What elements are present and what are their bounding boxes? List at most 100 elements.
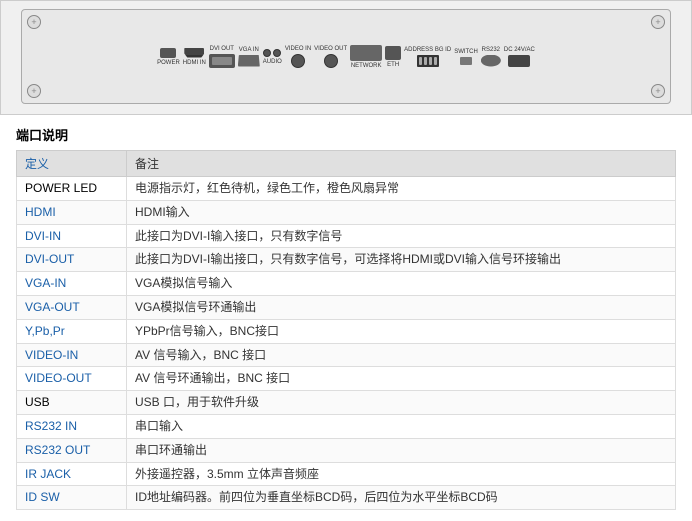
- hdmi-port: [184, 48, 204, 58]
- dvi-out-top-label: DVI OUT: [210, 46, 234, 52]
- table-cell-note: 此接口为DVI-I输入接口，只有数字信号: [127, 224, 676, 248]
- table-cell-note: VGA模拟信号环通输出: [127, 295, 676, 319]
- video-in-top-label: VIDEO IN: [285, 46, 311, 52]
- device-diagram: POWER HDMI IN DVI OUT VGA IN: [0, 0, 692, 115]
- section-title: 端口说明: [0, 115, 692, 150]
- table-cell-def: ID SW: [17, 486, 127, 510]
- dc-top-label: DC 24V/AC: [504, 47, 535, 53]
- table-cell-def: DVI-IN: [17, 224, 127, 248]
- table-row: VIDEO-INAV 信号输入，BNC 接口: [17, 343, 676, 367]
- dip-2: [424, 57, 427, 65]
- audio-label: AUDIO: [263, 59, 282, 65]
- rj45-label: ETH: [387, 62, 399, 68]
- table-cell-def: RS232 OUT: [17, 438, 127, 462]
- dip-port-group: ADDRESS BG ID: [404, 47, 451, 67]
- table-cell-def: POWER LED: [17, 177, 127, 201]
- table-cell-note: 电源指示灯，红色待机，绿色工作，橙色风扇异常: [127, 177, 676, 201]
- switch-port-group: SWITCH: [454, 49, 478, 65]
- table-cell-def: RS232 IN: [17, 414, 127, 438]
- audio-port-2: [273, 49, 281, 57]
- rs232-port-group: RS232: [481, 47, 501, 67]
- audio-port-group: AUDIO: [263, 49, 282, 65]
- ports-table: 定义 备注 POWER LED电源指示灯，红色待机，绿色工作，橙色风扇异常HDM…: [16, 150, 676, 510]
- network-port: [350, 45, 382, 61]
- dip-4: [434, 57, 437, 65]
- table-cell-note: AV 信号输入，BNC 接口: [127, 343, 676, 367]
- ypbpr-port-group: NETWORK: [350, 45, 382, 69]
- table-cell-def: VIDEO-OUT: [17, 367, 127, 391]
- dip-top-label: ADDRESS BG ID: [404, 47, 451, 53]
- video-in-port: [291, 54, 305, 68]
- table-cell-def: IR JACK: [17, 462, 127, 486]
- dc-port: [508, 55, 530, 67]
- video-out-top-label: VIDEO OUT: [314, 46, 347, 52]
- table-row: VGA-OUTVGA模拟信号环通输出: [17, 295, 676, 319]
- table-header-row: 定义 备注: [17, 151, 676, 177]
- power-port: [160, 48, 176, 58]
- table-cell-note: HDMI输入: [127, 200, 676, 224]
- screw-tl: [27, 15, 41, 29]
- header-note: 备注: [127, 151, 676, 177]
- switch-top-label: SWITCH: [454, 49, 478, 55]
- screw-bl: [27, 84, 41, 98]
- table-cell-note: VGA模拟信号输入: [127, 272, 676, 296]
- table-row: VIDEO-OUTAV 信号环通输出，BNC 接口: [17, 367, 676, 391]
- power-label: POWER: [157, 60, 180, 66]
- vga-port: [238, 55, 260, 67]
- table-cell-note: YPbPr信号输入，BNC接口: [127, 319, 676, 343]
- audio-ports: [263, 49, 281, 57]
- rear-panel: POWER HDMI IN DVI OUT VGA IN: [21, 9, 671, 104]
- video-in-port-group: VIDEO IN: [285, 46, 311, 68]
- table-cell-note: USB 口，用于软件升级: [127, 391, 676, 415]
- table-row: ID SWID地址编码器。前四位为垂直坐标BCD码，后四位为水平坐标BCD码: [17, 486, 676, 510]
- table-body: POWER LED电源指示灯，红色待机，绿色工作，橙色风扇异常HDMIHDMI输…: [17, 177, 676, 510]
- rj45-port-group: ETH: [385, 46, 401, 68]
- table-cell-def: DVI-OUT: [17, 248, 127, 272]
- table-cell-def: VGA-OUT: [17, 295, 127, 319]
- table-row: RS232 OUT串口环通输出: [17, 438, 676, 462]
- dvi-out-port-group: DVI OUT: [209, 46, 235, 68]
- dip-1: [419, 57, 422, 65]
- table-row: VGA-INVGA模拟信号输入: [17, 272, 676, 296]
- table-row: USBUSB 口，用于软件升级: [17, 391, 676, 415]
- ports-row: POWER HDMI IN DVI OUT VGA IN: [30, 45, 662, 69]
- video-out-port-group: VIDEO OUT: [314, 46, 347, 68]
- table-cell-note: 串口输入: [127, 414, 676, 438]
- rs232-port: [481, 55, 501, 67]
- table-row: POWER LED电源指示灯，红色待机，绿色工作，橙色风扇异常: [17, 177, 676, 201]
- table-cell-def: Y,Pb,Pr: [17, 319, 127, 343]
- hdmi-label: HDMI IN: [183, 60, 206, 66]
- table-cell-note: 此接口为DVI-I输出接口，只有数字信号，可选择将HDMI或DVI输入信号环接输…: [127, 248, 676, 272]
- table-cell-note: AV 信号环通输出，BNC 接口: [127, 367, 676, 391]
- rj45-port: [385, 46, 401, 60]
- hdmi-port-group: HDMI IN: [183, 48, 206, 66]
- screw-tr: [651, 15, 665, 29]
- audio-port-1: [263, 49, 271, 57]
- table-row: HDMIHDMI输入: [17, 200, 676, 224]
- dip-3: [429, 57, 432, 65]
- dvi-out-port: [209, 54, 235, 68]
- table-cell-note: 串口环通输出: [127, 438, 676, 462]
- table-row: RS232 IN串口输入: [17, 414, 676, 438]
- dip-switches: [417, 55, 439, 67]
- table-cell-note: 外接遥控器，3.5mm 立体声音频座: [127, 462, 676, 486]
- switch-btn: [460, 57, 472, 65]
- power-port-group: POWER: [157, 48, 180, 66]
- table-row: Y,Pb,PrYPbPr信号输入，BNC接口: [17, 319, 676, 343]
- network-label: NETWORK: [351, 63, 382, 69]
- table-row: DVI-OUT此接口为DVI-I输出接口，只有数字信号，可选择将HDMI或DVI…: [17, 248, 676, 272]
- dc-port-group: DC 24V/AC: [504, 47, 535, 67]
- vga-top-label: VGA IN: [239, 47, 259, 53]
- vga-port-group: VGA IN: [238, 47, 260, 67]
- table-cell-def: VGA-IN: [17, 272, 127, 296]
- video-out-port: [324, 54, 338, 68]
- table-cell-def: USB: [17, 391, 127, 415]
- header-def: 定义: [17, 151, 127, 177]
- table-cell-note: ID地址编码器。前四位为垂直坐标BCD码，后四位为水平坐标BCD码: [127, 486, 676, 510]
- table-cell-def: HDMI: [17, 200, 127, 224]
- table-row: DVI-IN此接口为DVI-I输入接口，只有数字信号: [17, 224, 676, 248]
- rs232-top-label: RS232: [482, 47, 500, 53]
- table-row: IR JACK外接遥控器，3.5mm 立体声音频座: [17, 462, 676, 486]
- screw-br: [651, 84, 665, 98]
- table-cell-def: VIDEO-IN: [17, 343, 127, 367]
